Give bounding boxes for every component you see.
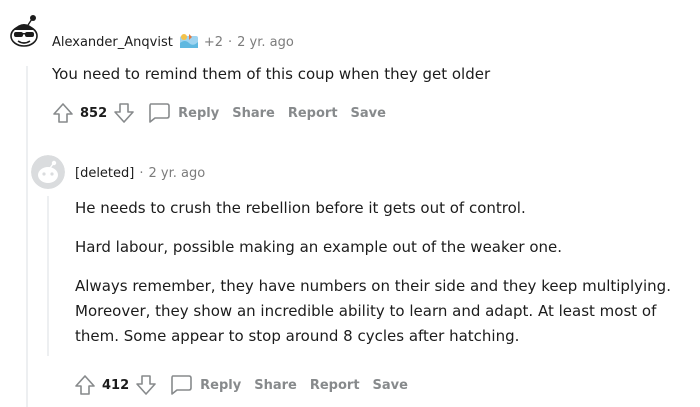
separator: ·	[228, 34, 233, 50]
upvote-icon[interactable]	[52, 101, 74, 125]
downvote-icon[interactable]	[113, 101, 135, 125]
reply-label: Reply	[200, 377, 242, 393]
vote-score: 412	[102, 377, 130, 393]
comment-icon	[149, 103, 170, 123]
save-button[interactable]: Save	[373, 378, 408, 393]
reply-label: Reply	[178, 105, 220, 121]
comment-paragraph: You need to remind them of this coup whe…	[52, 65, 491, 83]
reply-button[interactable]: Reply	[147, 102, 219, 124]
comment-body: You need to remind them of this coup whe…	[52, 62, 672, 87]
comment-actions: 412 Reply Share Report Save	[74, 373, 408, 397]
save-button[interactable]: Save	[351, 106, 386, 121]
share-button[interactable]: Share	[232, 106, 275, 121]
downvote-icon[interactable]	[135, 373, 157, 397]
thread-line[interactable]	[47, 196, 49, 356]
report-button[interactable]: Report	[288, 106, 338, 121]
thread-line[interactable]	[26, 66, 28, 407]
comment-meta: Alexander_Anqvist +2 · 2 yr. ago	[52, 33, 294, 51]
timestamp[interactable]: 2 yr. ago	[149, 166, 206, 181]
username: [deleted]	[75, 166, 135, 181]
comment-actions: 852 Reply Share Report Save	[52, 101, 386, 125]
upvote-icon[interactable]	[74, 373, 96, 397]
avatar[interactable]	[4, 12, 44, 52]
comment-body: He needs to crush the rebellion before i…	[75, 196, 690, 363]
comment-paragraph: Hard labour, possible making an example …	[75, 238, 562, 256]
comment-icon	[171, 375, 192, 395]
separator: ·	[139, 166, 144, 181]
avatar[interactable]	[31, 155, 65, 189]
comment-paragraph: He needs to crush the rebellion before i…	[75, 199, 526, 217]
share-button[interactable]: Share	[254, 378, 297, 393]
report-button[interactable]: Report	[310, 378, 360, 393]
vote-score: 852	[80, 105, 108, 121]
reply-button[interactable]: Reply	[169, 374, 241, 396]
award-icon[interactable]	[178, 33, 200, 51]
timestamp[interactable]: 2 yr. ago	[237, 35, 294, 50]
username[interactable]: Alexander_Anqvist	[52, 35, 173, 50]
comment-meta: [deleted] · 2 yr. ago	[75, 166, 205, 181]
award-count: +2	[203, 34, 223, 50]
comment-paragraph: Always remember, they have numbers on th…	[75, 277, 671, 345]
